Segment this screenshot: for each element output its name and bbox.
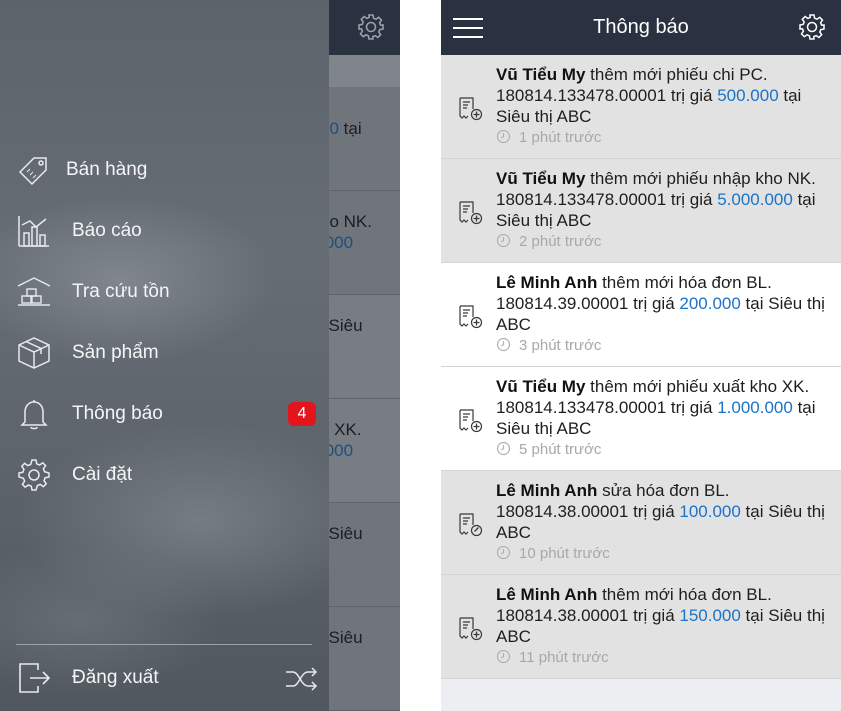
receipt-add-icon <box>457 303 483 329</box>
notification-user: Lê Minh Anh <box>496 481 598 500</box>
notification-message: Vũ Tiểu My thêm mới phiếu chi PC. 180814.… <box>496 64 836 127</box>
notifications-screen: Thông báo Vũ Tiểu My thêm mới phiếu chi … <box>441 0 841 711</box>
notification-code: 180814.38.00001 trị giá <box>496 502 680 521</box>
menu-item-tra-cuu-ton[interactable]: Tra cứu tồn <box>0 264 329 320</box>
receipt-edit-icon <box>457 511 483 537</box>
notification-message: Lê Minh Anh thêm mới hóa đơn BL. 180814.3… <box>496 272 836 335</box>
bell-icon <box>20 400 48 430</box>
notification-code: 180814.38.00001 trị giá <box>496 606 680 625</box>
notification-user: Vũ Tiểu My <box>496 377 586 396</box>
menu-label-san-pham: Sản phẩm <box>72 342 159 363</box>
menu-item-bao-cao[interactable]: Báo cáo <box>0 203 329 259</box>
notification-count-badge: 4 <box>288 402 316 426</box>
notification-message: Vũ Tiểu My thêm mới phiếu nhập kho NK. 18… <box>496 168 836 231</box>
notification-item[interactable]: Lê Minh Anh thêm mới hóa đơn BL. 180814.3… <box>441 263 841 367</box>
notification-item[interactable]: Lê Minh Anh sửa hóa đơn BL. 180814.38.000… <box>441 471 841 575</box>
menu-label-thong-bao: Thông báo <box>72 403 163 424</box>
page-title: Thông báo <box>593 16 689 38</box>
notification-action: thêm mới phiếu nhập kho NK. <box>585 169 816 188</box>
shuffle-switch-icon[interactable] <box>284 662 318 696</box>
menu-item-san-pham[interactable]: Sản phẩm <box>0 325 329 381</box>
clock-icon <box>496 545 511 560</box>
notification-amount: 200.000 <box>679 294 741 313</box>
notification-message: Vũ Tiểu My thêm mới phiếu xuất kho XK. 18… <box>496 376 836 439</box>
notification-time-text: 10 phút trước <box>519 545 610 562</box>
notification-amount: 100.000 <box>679 502 741 521</box>
gear-icon[interactable] <box>797 12 827 42</box>
notification-time-text: 1 phút trước <box>519 129 602 146</box>
menu-label-bao-cao: Báo cáo <box>72 220 142 241</box>
clock-icon <box>496 337 511 352</box>
gear-icon <box>18 459 50 491</box>
menu-item-cai-dat[interactable]: Cài đặt <box>0 447 329 503</box>
notification-code: 180814.133478.00001 trị giá <box>496 190 718 209</box>
list-footer <box>441 680 841 711</box>
navigation-drawer: Bán hàng Báo cáo Tra cứu tồn Sản phẩm Th… <box>0 0 329 711</box>
notification-code: 180814.133478.00001 trị giá <box>496 398 718 417</box>
notification-amount: 150.000 <box>679 606 741 625</box>
notification-time: 10 phút trước <box>496 545 610 562</box>
report-chart-icon <box>18 216 49 247</box>
product-box-icon <box>18 337 50 369</box>
app-header: Thông báo <box>441 0 841 55</box>
drawer-divider <box>16 644 312 645</box>
logout-button[interactable]: Đăng xuất <box>0 650 329 706</box>
receipt-add-icon <box>457 199 483 225</box>
warehouse-icon <box>17 277 51 306</box>
notification-code: 180814.133478.00001 trị giá <box>496 86 718 105</box>
notification-time: 2 phút trước <box>496 233 601 250</box>
receipt-add-icon <box>457 95 483 121</box>
gear-icon <box>358 14 384 40</box>
notification-action: thêm mới hóa đơn BL. <box>597 585 772 604</box>
notification-message: Lê Minh Anh sửa hóa đơn BL. 180814.38.000… <box>496 480 836 543</box>
logout-label: Đăng xuất <box>72 667 159 688</box>
receipt-add-icon <box>457 615 483 641</box>
notification-user: Lê Minh Anh <box>496 585 598 604</box>
notification-user: Vũ Tiểu My <box>496 65 586 84</box>
menu-item-ban-hang[interactable]: Bán hàng <box>0 142 329 198</box>
receipt-add-icon <box>457 407 483 433</box>
notification-user: Vũ Tiểu My <box>496 169 586 188</box>
notification-item[interactable]: Vũ Tiểu My thêm mới phiếu xuất kho XK. 18… <box>441 367 841 471</box>
clock-icon <box>496 441 511 456</box>
clock-icon <box>496 649 511 664</box>
notification-amount: 5.000.000 <box>717 190 793 209</box>
notification-time: 5 phút trước <box>496 441 601 458</box>
notification-action: thêm mới phiếu chi PC. <box>585 65 768 84</box>
notification-time-text: 11 phút trước <box>519 649 609 666</box>
notification-action: sửa hóa đơn BL. <box>597 481 730 500</box>
notification-item[interactable]: Vũ Tiểu My thêm mới phiếu chi PC. 180814.… <box>441 55 841 159</box>
notification-item[interactable]: Lê Minh Anh thêm mới hóa đơn BL. 180814.3… <box>441 575 841 679</box>
menu-label-cai-dat: Cài đặt <box>72 464 133 485</box>
notification-item[interactable]: Vũ Tiểu My thêm mới phiếu nhập kho NK. 18… <box>441 159 841 263</box>
notification-action: thêm mới hóa đơn BL. <box>597 273 772 292</box>
notification-user: Lê Minh Anh <box>496 273 598 292</box>
menu-label-tra-cuu-ton: Tra cứu tồn <box>72 281 170 302</box>
notification-time: 1 phút trước <box>496 129 601 146</box>
notification-time-text: 3 phút trước <box>519 337 602 354</box>
notification-time-text: 5 phút trước <box>519 441 602 458</box>
notification-time: 11 phút trước <box>496 649 609 666</box>
menu-item-thong-bao[interactable]: Thông báo 4 <box>0 386 329 442</box>
notification-code: 180814.39.00001 trị giá <box>496 294 680 313</box>
sale-tag-icon <box>18 157 47 186</box>
notification-message: Lê Minh Anh thêm mới hóa đơn BL. 180814.3… <box>496 584 836 647</box>
notification-amount: 1.000.000 <box>717 398 793 417</box>
clock-icon <box>496 233 511 248</box>
clock-icon <box>496 129 511 144</box>
notification-time-text: 2 phút trước <box>519 233 602 250</box>
notification-action: thêm mới phiếu xuất kho XK. <box>585 377 810 396</box>
left-screen: 00 tại ho NK. .000 i Siêu o XK. .000 i Siêu i S… <box>0 0 400 711</box>
logout-icon <box>19 663 51 693</box>
notification-time: 3 phút trước <box>496 337 601 354</box>
menu-label-ban-hang: Bán hàng <box>66 159 148 180</box>
background-row-text-end: tại <box>338 119 362 138</box>
notification-amount: 500.000 <box>717 86 779 105</box>
